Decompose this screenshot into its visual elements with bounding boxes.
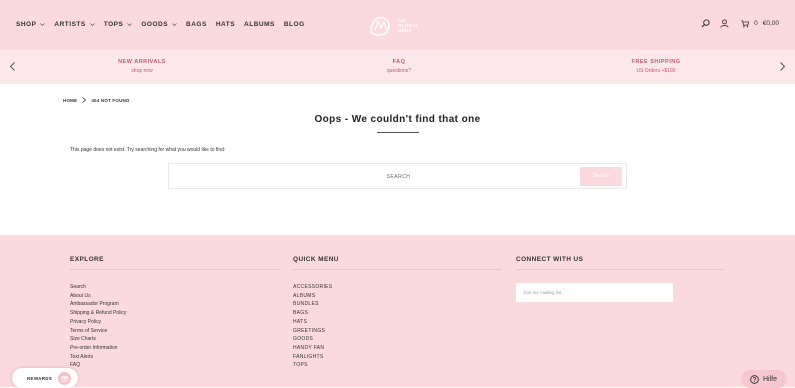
footer-link[interactable]: HANDY FAN (293, 344, 502, 353)
footer-link[interactable]: FAQ (70, 361, 279, 370)
not-found-message: This page does not exist. Try searching … (70, 147, 226, 153)
search-input[interactable]: SEARCH (169, 174, 628, 180)
search-button[interactable]: Search (580, 167, 622, 186)
footer-link[interactable]: About Us (70, 292, 279, 301)
title-divider (377, 132, 419, 133)
help-label: Hilfe (763, 375, 778, 383)
nav-item-label: TOPS (103, 21, 124, 28)
footer-divider (293, 269, 502, 270)
search-form: SEARCH Search (168, 163, 627, 189)
footer-link[interactable]: Privacy Policy (70, 318, 279, 327)
promo-faq[interactable]: FAQ questions? (339, 59, 459, 74)
nav-item-label: HATS (215, 21, 236, 28)
promo-free-shipping[interactable]: FREE SHIPPING US Orders +$100 (596, 59, 716, 74)
breadcrumb-home[interactable]: HOME (63, 98, 77, 103)
footer-link[interactable]: BUNDLES (293, 300, 502, 309)
logo-mark-icon (370, 16, 390, 36)
help-button[interactable]: Hilfe (741, 370, 787, 388)
nav-item-label: BLOG (283, 21, 305, 28)
main-nav: SHOP ARTISTS TOPS GOODS BAGS HATS ALBUMS… (16, 21, 314, 28)
footer-link[interactable]: TOPS (293, 361, 502, 370)
site-logo[interactable]: SM GLOBAL SHOP (367, 12, 429, 38)
footer-link[interactable]: GREETINGS (293, 327, 502, 336)
footer-heading: CONNECT WITH US (516, 256, 584, 263)
header-actions: 0 €0,00 (691, 19, 779, 28)
search-icon[interactable] (701, 19, 710, 28)
promo-new-arrivals[interactable]: NEW ARRIVALS shop now (82, 59, 202, 74)
gift-icon (58, 371, 72, 385)
cart-icon (741, 19, 750, 28)
chevron-down-icon (172, 23, 177, 26)
nav-item-albums[interactable]: ALBUMS (244, 21, 275, 28)
footer-link[interactable]: Terms of Service (70, 327, 279, 336)
chevron-down-icon (40, 23, 46, 26)
cart-count: 0 (754, 20, 758, 27)
footer-link-list: ACCESSORIES ALBUMS BUNDLES BAGS HATS GRE… (293, 283, 502, 370)
footer-divider (516, 269, 725, 270)
site-header: SHOP ARTISTS TOPS GOODS BAGS HATS ALBUMS… (0, 0, 795, 50)
nav-item-label: ALBUMS (244, 21, 275, 28)
footer-link[interactable]: ALBUMS (293, 292, 502, 301)
cart-button[interactable]: 0 €0,00 (741, 19, 779, 28)
footer-link[interactable]: Text Alerts (70, 353, 279, 362)
footer-link[interactable]: GOODS (293, 335, 502, 344)
breadcrumb: HOME 404 NOT FOUND (63, 97, 129, 103)
rewards-launcher[interactable]: REWARDS (12, 368, 78, 388)
chevron-left-icon[interactable] (9, 62, 16, 71)
nav-item-goods[interactable]: GOODS (141, 21, 177, 28)
footer-link[interactable]: BAGS (293, 309, 502, 318)
footer-explore: EXPLORE Search About Us Ambassador Progr… (70, 256, 279, 370)
breadcrumb-current: 404 NOT FOUND (91, 97, 130, 103)
footer-link[interactable]: Size Charts (70, 335, 279, 344)
mailing-list-input[interactable]: Join our mailing list (516, 283, 673, 302)
footer-divider (70, 269, 279, 270)
nav-item-artists[interactable]: ARTISTS (54, 21, 95, 28)
account-icon[interactable] (720, 19, 729, 28)
nav-item-blog[interactable]: BLOG (284, 21, 305, 28)
nav-item-label: SHOP (16, 21, 37, 28)
help-question-icon (750, 374, 759, 384)
chevron-down-icon (127, 23, 133, 26)
nav-item-hats[interactable]: HATS (216, 21, 235, 28)
rewards-label: REWARDS (27, 375, 53, 381)
promo-bar: NEW ARRIVALS shop now FAQ questions? FRE… (0, 50, 795, 84)
chevron-right-icon[interactable] (779, 62, 786, 71)
footer-heading: QUICK MENU (293, 256, 339, 263)
footer-link[interactable]: Ambassador Program (70, 300, 279, 309)
footer-heading: EXPLORE (70, 256, 104, 263)
footer-link[interactable]: Shipping & Refund Policy (70, 309, 279, 318)
footer-quick-menu: QUICK MENU ACCESSORIES ALBUMS BUNDLES BA… (293, 256, 502, 370)
cart-total: €0,00 (762, 20, 779, 27)
chevron-down-icon (90, 23, 95, 26)
footer-link[interactable]: ACCESSORIES (293, 283, 502, 292)
logo-text: SM GLOBAL SHOP (398, 17, 419, 33)
footer-link[interactable]: FANLIGHTS (293, 353, 502, 362)
site-footer: EXPLORE Search About Us Ambassador Progr… (0, 235, 795, 387)
chevron-right-icon (82, 97, 87, 103)
footer-link[interactable]: HATS (293, 318, 502, 327)
nav-item-label: GOODS (141, 21, 169, 28)
nav-item-label: ARTISTS (54, 21, 86, 28)
nav-item-label: BAGS (186, 21, 207, 28)
nav-item-bags[interactable]: BAGS (186, 21, 207, 28)
footer-link[interactable]: Search (70, 283, 279, 292)
nav-item-tops[interactable]: TOPS (104, 21, 133, 28)
footer-link-list: Search About Us Ambassador Program Shipp… (70, 283, 279, 370)
footer-connect: CONNECT WITH US Join our mailing list (516, 256, 725, 302)
page-title: Oops - We couldn't find that one (314, 114, 481, 125)
nav-item-shop[interactable]: SHOP (16, 21, 46, 28)
footer-link[interactable]: Pre-order Information (70, 344, 279, 353)
